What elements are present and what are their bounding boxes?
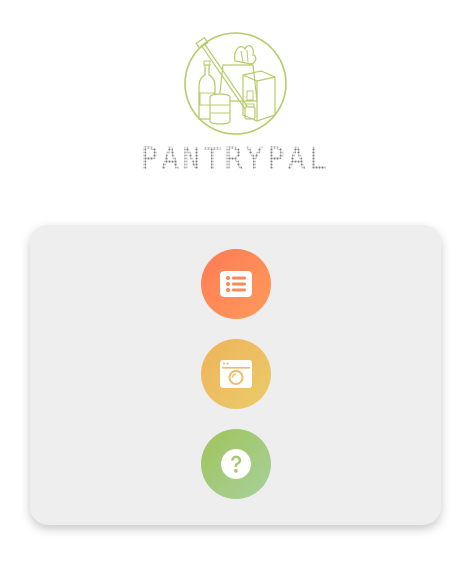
pantry-window-icon — [220, 360, 252, 388]
app-brand-name: PANTRYPAL — [120, 142, 350, 178]
app-screen: PANTRYPAL — [0, 0, 462, 567]
shopping-list-button[interactable] — [201, 249, 271, 319]
list-icon — [220, 271, 252, 297]
help-button[interactable] — [201, 429, 271, 499]
pantry-groceries-icon — [184, 32, 287, 135]
pantry-button[interactable] — [201, 339, 271, 409]
app-logo — [183, 31, 288, 136]
help-icon — [221, 449, 251, 479]
